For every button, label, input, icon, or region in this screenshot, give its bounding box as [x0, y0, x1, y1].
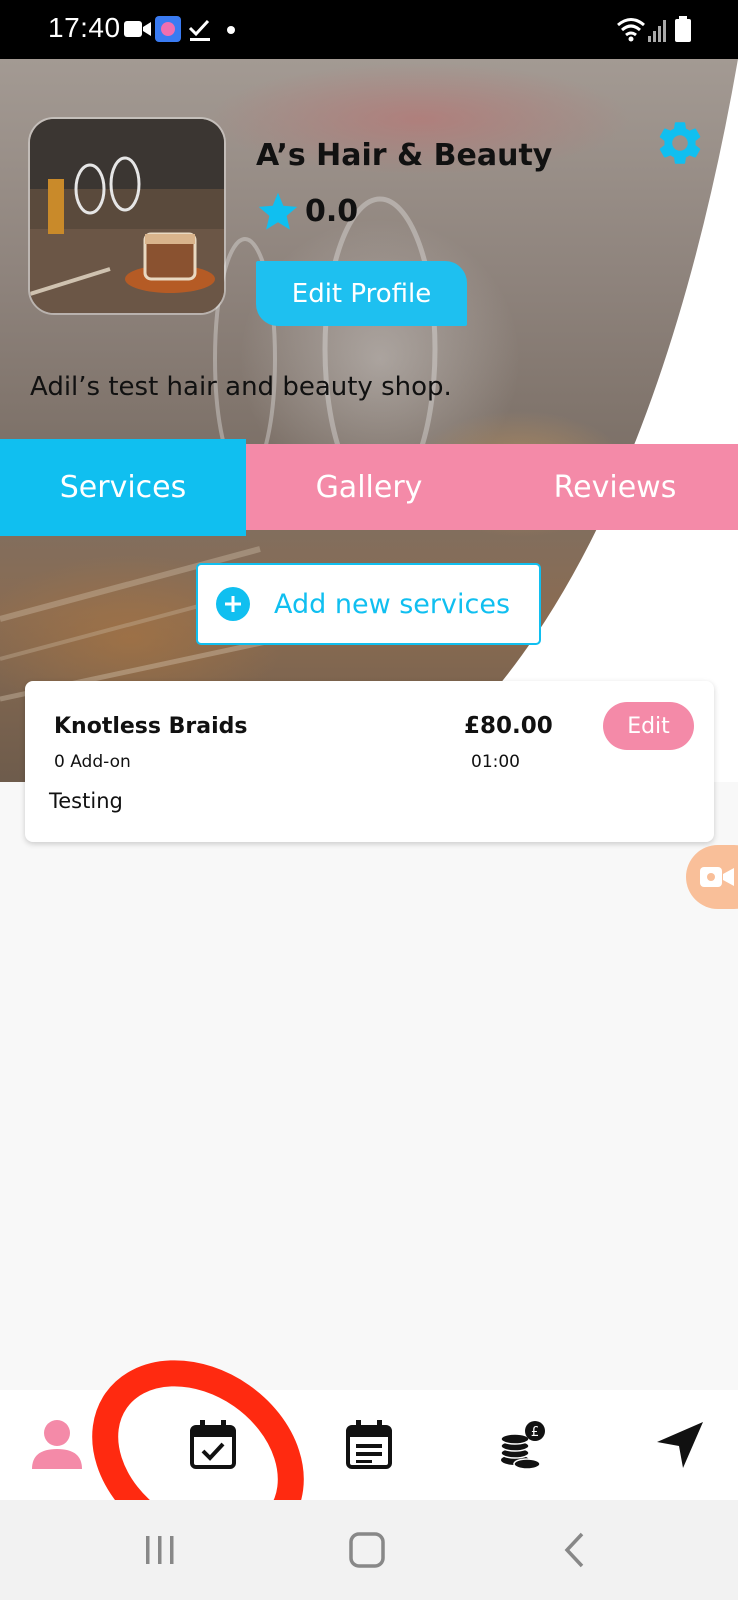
coins-pound-icon: £ — [500, 1421, 545, 1470]
add-new-services-button[interactable]: Add new services — [196, 563, 541, 645]
recent-apps-button[interactable] — [110, 1500, 210, 1600]
service-addon-count: 0 Add-on — [54, 752, 131, 772]
recent-apps-icon — [146, 1536, 174, 1564]
service-description: Testing — [49, 789, 123, 813]
service-duration: 01:00 — [471, 752, 520, 772]
bottom-navigation: £ — [0, 1390, 738, 1500]
shop-name: A’s Hair & Beauty — [256, 138, 553, 173]
video-camera-icon — [700, 867, 734, 887]
service-card: Knotless Braids £80.00 0 Add-on 01:00 Te… — [25, 681, 714, 842]
navigation-arrow-icon — [657, 1422, 703, 1468]
home-button[interactable] — [317, 1500, 417, 1600]
tab-gallery[interactable]: Gallery — [246, 444, 492, 530]
app-icon — [155, 16, 181, 42]
tab-services[interactable]: Services — [0, 439, 246, 536]
service-price: £80.00 — [464, 713, 553, 739]
dot-icon — [227, 26, 235, 34]
shop-photo-image — [30, 119, 224, 313]
add-new-services-label: Add new services — [274, 588, 511, 620]
wifi-icon — [617, 18, 645, 42]
tab-reviews[interactable]: Reviews — [492, 444, 738, 530]
battery-icon — [675, 16, 691, 42]
status-time: 17:40 — [48, 12, 121, 43]
service-name: Knotless Braids — [54, 714, 248, 739]
back-button[interactable] — [525, 1500, 625, 1600]
video-icon — [124, 21, 151, 37]
svg-text:£: £ — [531, 1425, 539, 1440]
shop-description: Adil’s test hair and beauty shop. — [30, 372, 452, 402]
plus-circle-icon — [216, 587, 250, 621]
floating-video-button[interactable] — [686, 845, 738, 909]
nav-explore[interactable] — [620, 1390, 738, 1500]
app-root: 17:40 A’s Hair & Beauty 0.0 Edit Profile… — [0, 0, 738, 1600]
system-navigation-bar — [0, 1500, 738, 1600]
calendar-list-icon — [346, 1420, 392, 1469]
edit-service-button[interactable]: Edit — [603, 702, 694, 750]
home-icon — [349, 1532, 385, 1568]
profile-icon — [32, 1420, 82, 1469]
edit-profile-button[interactable]: Edit Profile — [256, 261, 467, 326]
signal-icon — [648, 20, 666, 42]
check-icon — [188, 19, 210, 41]
star-icon — [258, 192, 298, 230]
nav-profile[interactable] — [0, 1390, 117, 1500]
settings-gear-icon[interactable] — [654, 117, 706, 169]
status-bar: 17:40 — [0, 0, 738, 59]
back-chevron-icon — [564, 1532, 584, 1568]
shop-avatar[interactable] — [28, 117, 226, 315]
calendar-check-icon — [190, 1420, 236, 1469]
nav-earnings[interactable]: £ — [462, 1390, 582, 1500]
nav-schedule[interactable] — [309, 1390, 429, 1500]
nav-bookings[interactable] — [153, 1390, 273, 1500]
rating-value: 0.0 — [305, 194, 359, 229]
